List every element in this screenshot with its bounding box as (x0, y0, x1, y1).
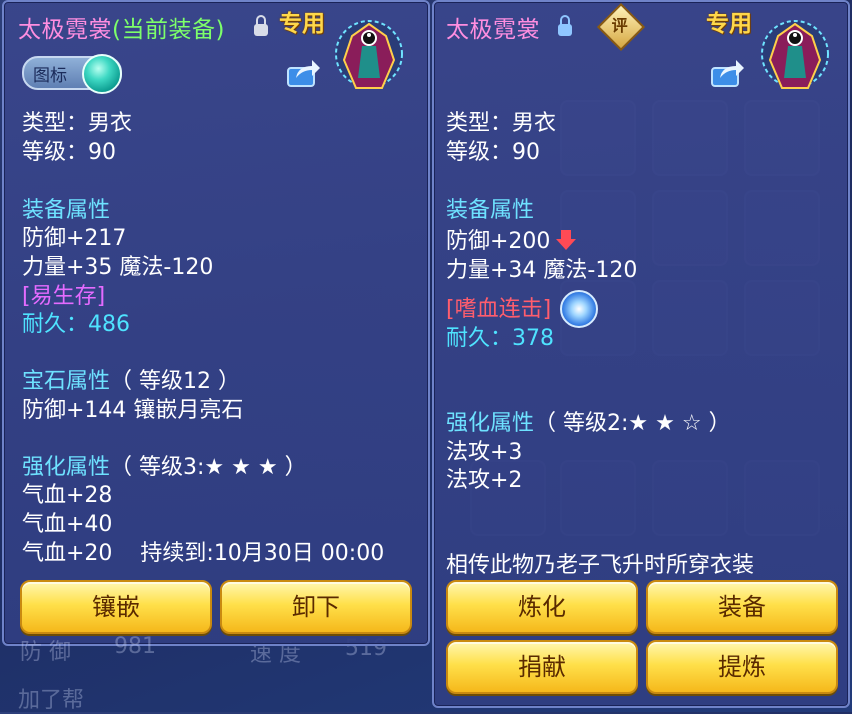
enhance-line: 法攻+2 (446, 468, 523, 493)
enhance-line: 气血+40 (22, 512, 113, 537)
background-defense-value: 981 (114, 634, 156, 659)
enhance-attr-header: 强化属性 (22, 455, 111, 480)
item-type: 类型：男衣 (446, 111, 557, 136)
background-join-text: 加了帮 (18, 688, 85, 713)
item-name: 太极霓裳 (18, 17, 112, 43)
icon-toggle-label: 图标 (33, 66, 67, 86)
durability-row: 耐久：486 (22, 311, 130, 339)
item-name: 太极霓裳 (446, 17, 540, 43)
enhance-line: 气血+20 持续到:10月30日 00:00 (22, 541, 385, 566)
item-description: 相传此物乃老子飞升时所穿衣装 (446, 553, 755, 574)
share-icon[interactable] (286, 58, 320, 88)
enhance-line: 法攻+3 (446, 440, 523, 465)
special-effect: [嗜血连击] (446, 297, 552, 322)
enhance-attr-header: 强化属性 (446, 411, 535, 436)
special-effect: [易生存] (22, 284, 106, 309)
compare-item-tooltip: 太极霓裳 评 专用 类型：男衣 等级：90 装备属性 防御+200 力量+34 … (432, 0, 850, 708)
item-type: 类型：男衣 (22, 111, 133, 136)
item-title: 太极霓裳(当前装备) (18, 10, 225, 44)
item-level: 等级：90 (22, 140, 116, 165)
equip-attr-header: 装备属性 (22, 198, 111, 223)
enhance-attr-row: 强化属性（ 等级3:★ ★ ★ ） (22, 454, 307, 482)
background-defense-label: 防 御 (20, 640, 71, 665)
toggle-knob-icon (82, 54, 122, 94)
equip-button[interactable]: 装备 (646, 580, 838, 634)
inlay-button[interactable]: 镶嵌 (20, 580, 212, 634)
refine-button[interactable]: 炼化 (446, 580, 638, 634)
exclusive-label: 专用 (706, 11, 752, 37)
equipped-item-tooltip: 太极霓裳(当前装备) 专用 图标 类型：男衣 等级：90 装备属性 防御+217… (2, 0, 430, 665)
equip-attr-header: 装备属性 (446, 198, 535, 223)
down-arrow-icon (556, 230, 576, 250)
enhance-level: （ 等级3:★ ★ ★ ） (110, 455, 307, 480)
durability-row: 耐久：378 (446, 325, 554, 353)
durability-value: 378 (512, 326, 555, 351)
enhance-attr-row: 强化属性（ 等级2:★ ★ ☆ ） (446, 410, 731, 438)
item-robe-icon (761, 20, 829, 89)
donate-button[interactable]: 捐献 (446, 640, 638, 694)
extract-button[interactable]: 提炼 (646, 640, 838, 694)
durability-label: 耐久： (446, 326, 513, 351)
rate-badge-icon[interactable]: 评 (596, 2, 646, 52)
icon-toggle[interactable]: 图标 (22, 54, 122, 94)
unequip-button[interactable]: 卸下 (220, 580, 412, 634)
gem-attr-row: 宝石属性（ 等级12 ） (22, 368, 240, 396)
equip-attr-line: 防御+217 (22, 226, 127, 251)
equipped-tag: (当前装备) (112, 17, 225, 43)
gem-level: （ 等级12 ） (110, 369, 240, 394)
share-icon[interactable] (710, 58, 744, 88)
exclusive-label: 专用 (279, 11, 325, 37)
item-robe-icon (335, 20, 403, 89)
unlock-icon[interactable] (254, 15, 268, 36)
equip-attr-line: 力量+34 魔法-120 (446, 258, 638, 283)
gem-attr-header: 宝石属性 (22, 369, 111, 394)
rate-badge-label: 评 (611, 16, 628, 36)
durability-value: 486 (88, 312, 131, 337)
equip-attr-line: 力量+35 魔法-120 (22, 255, 214, 280)
enhance-line: 气血+28 (22, 483, 113, 508)
enhance-level: （ 等级2:★ ★ ☆ ） (534, 411, 731, 436)
durability-label: 耐久： (22, 312, 89, 337)
gem-attr-line: 防御+144 镶嵌月亮石 (22, 398, 244, 423)
refresh-orb-icon[interactable] (560, 290, 598, 328)
item-level: 等级：90 (446, 140, 540, 165)
equip-attr-line: 防御+200 (446, 229, 551, 254)
lock-icon[interactable] (558, 15, 572, 36)
